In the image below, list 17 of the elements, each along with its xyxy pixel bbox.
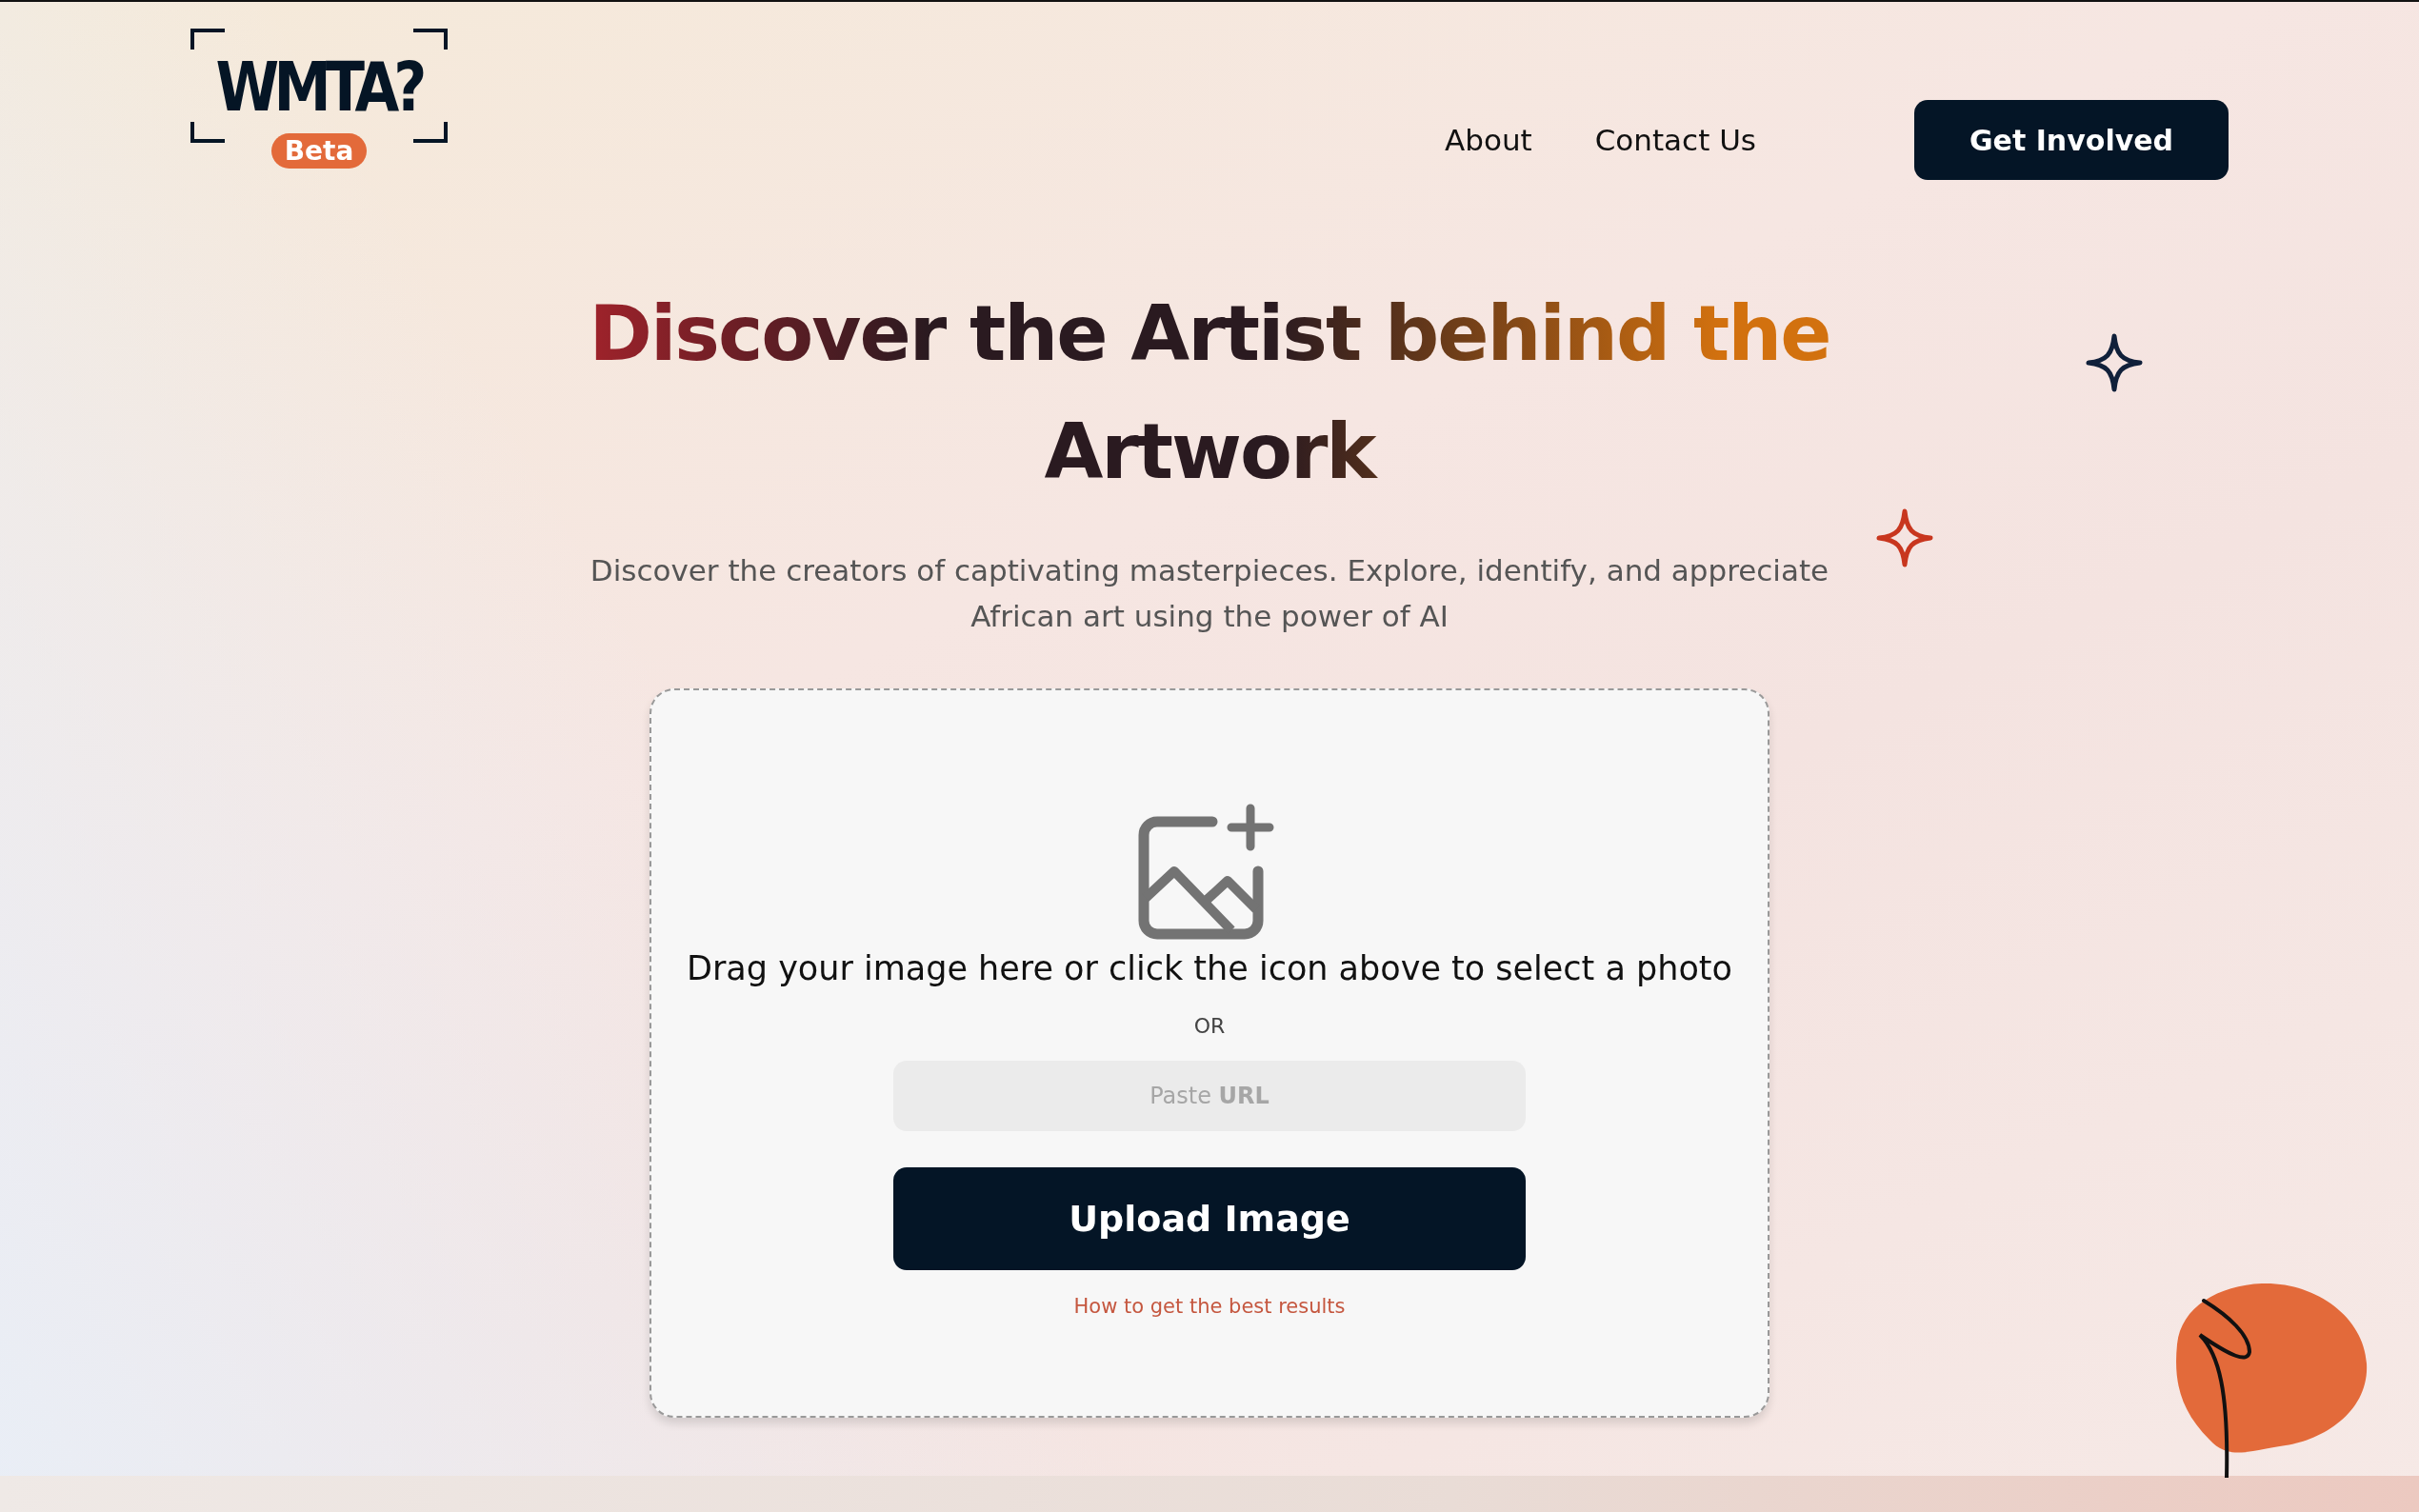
logo[interactable]: WMTA? Beta [190,29,448,171]
frame-corner-icon [413,29,448,50]
or-separator: OR [1193,1014,1226,1038]
help-link[interactable]: How to get the best results [1073,1295,1346,1318]
frame-corner-icon [413,122,448,143]
sparkle-icon [2086,333,2143,392]
frame-corner-icon [190,122,225,143]
hero-subtitle: Discover the creators of captivating masterpieces. Explore, identify, and appreciate African art using the power of AI [589,552,1830,635]
frame-corner-icon [190,29,225,50]
logo-wordmark: WMTA? [216,53,422,120]
upload-image-button[interactable]: Upload Image [893,1167,1526,1270]
nav-link[interactable]: About [1445,123,1532,157]
sparkle-icon [1876,508,1933,567]
drag-drop-instruction: Drag your image here or click the icon above to select a photo [687,949,1732,987]
nav-link[interactable]: Contact Us [1594,123,1756,157]
beta-badge: Beta [270,133,368,169]
get-involved-button[interactable]: Get Involved [1914,100,2229,180]
